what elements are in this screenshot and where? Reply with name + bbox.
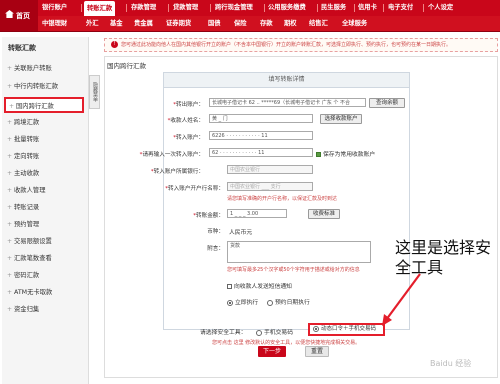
exec-schedule-radio[interactable]: 预约日期执行 [267,297,310,306]
nav-wealth[interactable]: 中银理财 [42,16,67,31]
sidebar-item-limits[interactable]: + 交易限额设置 [7,236,85,248]
currency-value: 人民币元 [229,230,253,236]
nav-securities[interactable]: 证券期货 [166,16,191,31]
nav-metal[interactable]: 贵金属 [134,16,153,31]
nav-fx-settle[interactable]: 结售汇 [309,16,328,31]
sidebar-item-domestic-interbank[interactable]: + 国内跨行汇款 [4,97,84,113]
info-notice: ! 您可通过此功能向他人在国内其他银行开立的账户（不含本中国银行）开立的账户转账汇… [104,38,498,52]
sidebar-item-pool[interactable]: + 资金归集 [7,304,85,316]
info-icon: ! [111,41,118,48]
nav-forex[interactable]: 外汇 [86,16,99,31]
select-payee-button[interactable]: 选择收款账户 [320,114,362,124]
sidebar-item-directed[interactable]: + 定向转账 [7,151,85,163]
next-button[interactable]: 下一步 [258,346,286,357]
home-icon [5,10,14,18]
save-payee-checkbox[interactable]: 保存为常用收款账户 [316,149,375,158]
collapse-menu-toggle[interactable]: 隐藏菜单 [89,75,100,109]
to-account-input[interactable]: 6226 · · · · · · · · · · · 11 [209,131,313,140]
fee-standard-button[interactable]: 收费标准 [308,209,340,219]
nav-epay[interactable]: 电子支付 [388,0,413,15]
from-account-label: *转出账户： [173,102,204,108]
sidebar-item-payee-mgmt[interactable]: + 收款人管理 [7,185,85,197]
sidebar-item-password[interactable]: + 密码汇款 [7,270,85,282]
confirm-account-input[interactable]: 62 · · · · · · · · · · · · 11 [209,148,313,157]
nav-livelihood[interactable]: 民生服务 [321,0,346,15]
nav-deposit[interactable]: 存款管理 [131,0,156,15]
from-account-select[interactable]: 长城电子借记卡 62 .. *****69（长城电子借记卡 广东 个 不合 [209,98,366,107]
nav-fund[interactable]: 基金 [110,16,123,31]
sidebar-item-atm[interactable]: + ATM无卡取款 [7,287,85,299]
payee-name-label: *收款人姓名： [167,118,204,124]
amount-input[interactable]: 1 _ _ _ 3.00 [227,209,287,218]
sidebar-item-linked[interactable]: + 关联账户转账 [7,63,85,75]
nav-utility[interactable]: 公用服务缴费 [268,0,306,15]
query-balance-button[interactable]: 查询余额 [369,98,405,108]
payee-name-input[interactable]: 黄 _ 门 [209,114,313,123]
reset-button[interactable]: 重置 [305,346,329,357]
sub-nav-bar [0,16,500,32]
nav-credit-card[interactable]: 信用卡 [358,0,377,15]
currency-label: 币种： [207,229,224,235]
exec-now-radio[interactable]: 立即执行 [227,297,258,306]
sidebar-title: 转账汇款 [8,44,36,52]
nav-global[interactable]: 全球服务 [342,16,367,31]
security-option-sms-radio[interactable]: 手机交易码 [256,327,293,336]
branch-input[interactable]: 中国农业银行 ___ 支行 [227,182,313,191]
memo-textarea[interactable]: 货款 [227,241,371,263]
sidebar-item-records[interactable]: + 转账记录 [7,202,85,214]
page-title: 国内跨行汇款 [107,62,146,70]
memo-label: 附言： [207,246,224,252]
bank-label: *转入账户所属银行： [150,169,204,175]
nav-bond[interactable]: 国债 [208,16,221,31]
to-account-label: *转入账户： [173,135,204,141]
nav-bank-account[interactable]: 银行账户 [42,0,67,15]
security-tool-label: 请选择安全工具： [200,330,247,336]
nav-transfer[interactable]: 转账汇款 [84,1,116,16]
sidebar-item-count[interactable]: + 汇款笔数查看 [7,253,85,265]
sidebar-item-boc-transfer[interactable]: + 中行内转账汇款 [7,81,85,93]
confirm-account-label: *请再输入一次转入账户： [139,152,204,158]
annotation-arrow-icon [382,273,421,326]
home-button[interactable]: 首页 [0,0,38,31]
branch-hint: 请您填写准确的开户行名称，以保证汇款及时到达 [227,196,338,202]
nav-settings[interactable]: 个人设定 [428,0,453,15]
watermark-logo: Baidu 经验 [430,359,472,368]
form-title: 填写转账详情 [164,73,409,88]
amount-label: *转账金额： [193,213,224,219]
sidebar-item-collect[interactable]: + 主动收款 [7,168,85,180]
nav-loan[interactable]: 贷款管理 [173,0,198,15]
memo-hint: 您可填写最多25个汉字或50个字符用于描述或给对方的信息 [227,267,360,273]
sms-notify-checkbox[interactable]: 向收款人发送短信通知 [227,281,292,290]
sidebar-item-cross-border[interactable]: + 跨境汇款 [7,117,85,129]
nav-insurance[interactable]: 保险 [234,16,247,31]
nav-cross-cash[interactable]: 跨行现金管理 [215,0,253,15]
sidebar-item-batch[interactable]: + 批量转账 [7,134,85,146]
nav-savings[interactable]: 存款 [260,16,273,31]
bank-input[interactable]: 中国农业银行 [227,165,313,174]
home-label: 首页 [16,12,30,20]
nav-options[interactable]: 期权 [284,16,297,31]
sidebar-item-schedule[interactable]: + 预约管理 [7,219,85,231]
security-note: 您可点击 这里 修改默认的安全工具，以便您快捷地完成相关交易。 [212,340,361,346]
branch-label: *转入账户开户行名称： [165,186,224,192]
